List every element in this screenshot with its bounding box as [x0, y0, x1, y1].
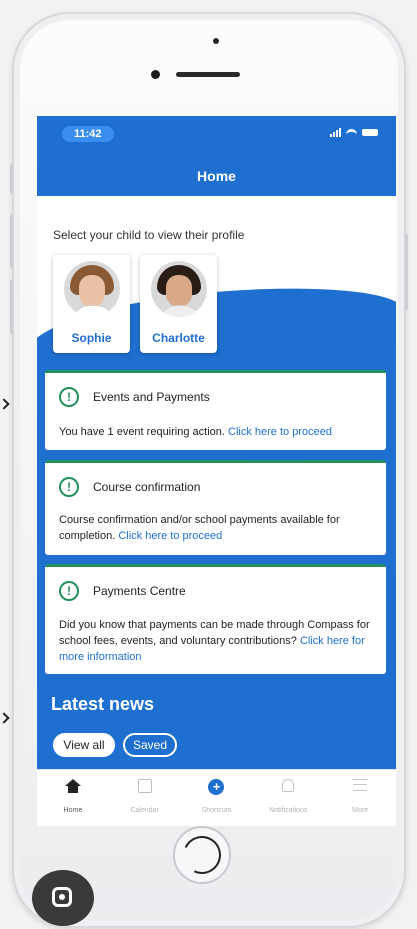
bell-icon: [282, 779, 295, 792]
tab-shortcuts[interactable]: + Shortcuts: [181, 770, 253, 826]
side-arrow-marker: [0, 398, 10, 410]
tab-label: Calendar: [130, 807, 159, 814]
tab-label: Shortcuts: [201, 807, 232, 814]
status-icons: [330, 128, 378, 137]
avatar: [151, 261, 207, 317]
menu-icon: [353, 779, 368, 791]
card-body: Course confirmation and/or school paymen…: [59, 512, 374, 544]
card-body-text: You have 1 event requiring action.: [59, 426, 225, 438]
plus-circle-icon: +: [208, 779, 225, 795]
battery-icon: [362, 129, 378, 136]
status-time: 11:42: [62, 126, 114, 142]
card-title: Course confirmation: [93, 480, 201, 494]
lens-icon: [52, 887, 72, 907]
tab-more[interactable]: More: [324, 770, 396, 826]
home-button[interactable]: [173, 826, 231, 884]
child-select-prompt: Select your child to view their profile: [53, 228, 245, 242]
proceed-link[interactable]: Click here to proceed: [228, 426, 332, 438]
child-name: Sophie: [71, 331, 112, 345]
proximity-sensor: [151, 70, 160, 79]
home-icon: [64, 779, 81, 793]
earpiece-speaker: [176, 72, 240, 77]
volume-down-button: [10, 280, 13, 334]
alert-icon: !: [59, 387, 79, 407]
events-payments-card[interactable]: ! Events and Payments You have 1 event r…: [45, 370, 386, 450]
tab-label: Notifications: [269, 807, 308, 814]
mute-switch: [10, 164, 13, 194]
latest-news-heading: Latest news: [51, 694, 155, 714]
course-confirmation-card[interactable]: ! Course confirmation Course confirmatio…: [45, 460, 386, 555]
tab-label: More: [352, 807, 369, 814]
avatar: [64, 261, 120, 317]
child-card-sophie[interactable]: Sophie: [53, 255, 130, 353]
view-all-filter-button[interactable]: View all: [53, 733, 115, 757]
child-card-charlotte[interactable]: Charlotte: [140, 255, 217, 353]
calendar-icon: [137, 779, 152, 793]
volume-up-button: [10, 214, 13, 268]
lens-search-button[interactable]: [32, 870, 94, 926]
power-button: [405, 234, 408, 310]
alert-icon: !: [59, 581, 79, 601]
front-camera: [213, 38, 219, 44]
page-title: Home: [197, 168, 236, 184]
payments-centre-card[interactable]: ! Payments Centre Did you know that paym…: [45, 564, 386, 674]
tab-notifications[interactable]: Notifications: [252, 770, 324, 826]
tab-home[interactable]: Home: [37, 770, 109, 826]
tab-calendar[interactable]: Calendar: [109, 770, 181, 826]
card-body: Did you know that payments can be made t…: [59, 617, 374, 665]
cellular-signal-icon: [330, 128, 341, 137]
wifi-icon: [346, 128, 357, 137]
proceed-link[interactable]: Click here to proceed: [118, 530, 222, 542]
status-bar: 11:42: [37, 116, 396, 150]
child-name: Charlotte: [152, 331, 205, 345]
alert-icon: !: [59, 477, 79, 497]
side-arrow-marker: [0, 712, 10, 724]
app-screen: 11:42 Home Select your child to view the…: [37, 116, 396, 826]
bottom-tab-bar: Home Calendar + Shortcuts Notifications …: [37, 769, 396, 826]
card-title: Payments Centre: [93, 584, 186, 598]
card-title: Events and Payments: [93, 390, 210, 404]
tab-label: Home: [63, 807, 83, 814]
saved-filter-button[interactable]: Saved: [123, 733, 177, 757]
card-body: You have 1 event requiring action. Click…: [59, 424, 374, 440]
